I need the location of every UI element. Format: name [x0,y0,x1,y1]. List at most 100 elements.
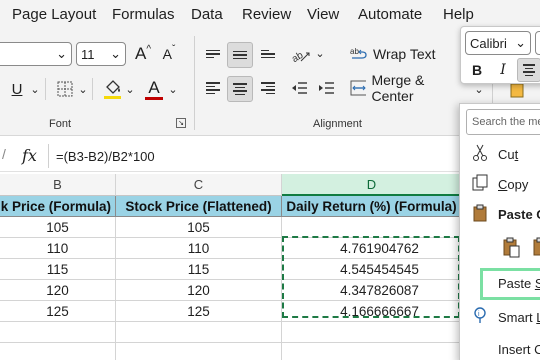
mini-font-size-dropdown[interactable] [535,31,540,55]
empty-cell[interactable] [282,343,462,360]
align-right-icon [261,82,275,94]
tab-review[interactable]: Review [242,6,291,23]
chevron-down-icon[interactable]: ⌄ [78,80,88,98]
borders-button[interactable] [54,78,76,100]
font-color-icon: A [148,77,160,97]
cut-accelerator: t [514,147,519,162]
font-dialog-launcher-icon[interactable]: ↘ [176,118,186,128]
merge-center-icon [350,80,367,96]
font-color-button[interactable]: A [142,76,166,102]
bottom-align-button[interactable] [256,42,280,66]
mini-toolbar: Calibri ⌄ B I [460,26,540,84]
column-header-b[interactable]: B [0,174,116,196]
align-center-button[interactable] [227,76,253,102]
insert-menu-item[interactable]: Insert C [498,342,540,357]
table-cell-d3[interactable] [282,217,462,238]
wrap-text-button[interactable]: ab Wrap Text [350,42,450,66]
chevron-down-icon[interactable]: ⌄ [30,80,40,98]
table-cell-c5[interactable]: 115 [116,259,282,280]
caret-up-icon: ^ [146,43,152,55]
wrap-text-label: Wrap Text [373,46,436,62]
paste-icon [503,237,520,258]
tab-view[interactable]: View [307,6,339,23]
mini-font-name-value: Calibri [470,35,507,51]
paste-values-button[interactable] [530,236,540,260]
mini-bold-button[interactable]: B [467,59,487,81]
chevron-down-icon: ⌄ [56,46,67,61]
column-header-d[interactable]: D [282,174,462,196]
chevron-down-icon[interactable]: ⌄ [315,44,325,62]
smart-lookup-label: Smart [498,310,537,325]
empty-cell[interactable] [0,343,116,360]
increase-indent-icon [319,82,334,94]
tab-data[interactable]: Data [191,6,223,23]
font-size-dropdown[interactable]: 11 ⌄ [76,42,126,66]
smart-lookup-accelerator: L [536,310,540,325]
table-cell-c3[interactable]: 105 [116,217,282,238]
fill-color-button[interactable] [100,76,124,102]
empty-cell[interactable] [0,322,116,343]
chevron-down-icon: ⌄ [515,35,526,50]
mini-align-center-button[interactable] [517,58,540,82]
paste-options-heading: Paste O [498,207,540,222]
table-cell-b7[interactable]: 125 [0,301,116,322]
formula-input[interactable]: =(B3-B2)/B2*100 [56,149,155,164]
empty-cell[interactable] [282,322,462,343]
paint-bucket-icon [104,80,121,99]
table-cell-b4[interactable]: 110 [0,238,116,259]
mini-italic-button[interactable]: I [493,59,513,81]
text-orientation-icon: ab [290,50,310,63]
align-right-button[interactable] [256,76,280,100]
chevron-down-icon[interactable]: ⌄ [168,80,178,98]
mini-font-name-dropdown[interactable]: Calibri ⌄ [465,31,531,55]
decrease-font-size-button[interactable]: Aˇ [158,42,180,66]
tab-page-layout[interactable]: Page Layout [12,6,96,23]
table-cell-c7[interactable]: 125 [116,301,282,322]
context-search-input[interactable]: Search the me [466,109,540,135]
header-cell-d[interactable]: Daily Return (%) (Formula) [282,196,462,217]
top-align-button[interactable] [201,42,225,66]
table-cell-b6[interactable]: 120 [0,280,116,301]
paste-special-menu-item[interactable]: Paste Sp [498,276,540,291]
font-name-dropdown[interactable]: ⌄ [0,42,72,66]
header-cell-c[interactable]: Stock Price (Flattened) [116,196,282,217]
shrink-font-icon: A [162,46,172,62]
underline-icon: U [11,80,23,98]
empty-cell[interactable] [116,322,282,343]
context-menu: Search the me Cut Copy Paste O Paste Sp … [459,103,540,360]
copy-label: opy [507,177,529,192]
table-cell-c4[interactable]: 110 [116,238,282,259]
top-align-icon [206,49,220,59]
tab-help[interactable]: Help [443,6,474,23]
middle-align-button[interactable] [227,42,253,68]
grow-font-icon: A [134,44,147,63]
decrease-indent-button[interactable] [287,76,311,100]
increase-indent-button[interactable] [314,76,338,100]
smart-lookup-menu-item[interactable]: Smart L [498,310,540,325]
header-cell-b[interactable]: k Price (Formula) [0,196,116,217]
font-color-swatch [145,96,163,100]
menu-bar: Page Layout Formulas Data Review View Au… [0,0,540,30]
underline-button[interactable]: U [6,78,28,100]
copy-menu-item[interactable]: Copy [498,177,528,192]
increase-font-size-button[interactable]: A ^ [132,42,154,66]
table-cell-c6[interactable]: 120 [116,280,282,301]
table-cell-b5[interactable]: 115 [0,259,116,280]
paste-option-button[interactable] [500,236,524,260]
paste-values-icon [533,237,540,256]
cut-menu-item[interactable]: Cut [498,147,518,162]
tab-formulas[interactable]: Formulas [112,6,175,23]
column-header-c[interactable]: C [116,174,282,196]
insert-function-button[interactable]: fx [22,146,37,165]
borders-icon [57,81,73,97]
empty-cell[interactable] [116,343,282,360]
align-left-button[interactable] [201,76,225,100]
font-size-value: 11 [81,46,95,62]
merge-center-button[interactable]: Merge & Center [350,72,462,104]
table-cell-b3[interactable]: 105 [0,217,116,238]
orientation-button[interactable]: ab [287,42,313,66]
svg-text:ab: ab [350,47,359,56]
scissors-icon [473,144,487,161]
tab-automate[interactable]: Automate [358,6,422,23]
chevron-down-icon[interactable]: ⌄ [125,80,135,98]
